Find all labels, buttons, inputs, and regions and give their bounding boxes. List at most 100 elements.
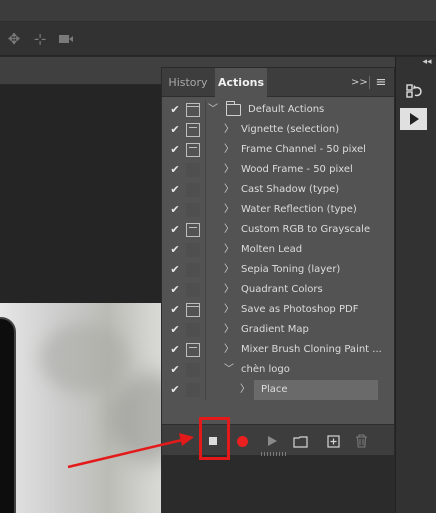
collapse-panels-icon[interactable]: ◂◂ (418, 57, 436, 68)
action-label: Wood Frame - 50 pixel (241, 164, 353, 175)
action-row[interactable]: ✔ 〉 Quadrant Colors (162, 280, 394, 300)
check-icon[interactable]: ✔ (168, 302, 182, 318)
menu-bar (0, 0, 436, 22)
action-label: chèn logo (241, 364, 290, 375)
chevron-right-icon[interactable]: 〉 (224, 322, 234, 338)
action-label: Water Reflection (type) (241, 204, 357, 215)
tab-history[interactable]: History (162, 68, 214, 97)
video-icon[interactable] (57, 30, 75, 48)
folder-icon (226, 101, 241, 116)
panel-tab-bar: History Actions >> ≡ (162, 68, 394, 98)
check-icon[interactable]: ✔ (168, 122, 182, 138)
chevron-right-icon[interactable]: 〉 (224, 182, 234, 198)
dialog-toggle-icon[interactable] (186, 223, 200, 237)
check-icon[interactable]: ✔ (168, 342, 182, 358)
check-icon[interactable]: ✔ (168, 142, 182, 158)
play-icon (268, 436, 277, 446)
move-icon[interactable]: ⊹ (31, 30, 49, 48)
dialog-toggle-icon[interactable] (186, 183, 200, 197)
action-label: Quadrant Colors (241, 284, 323, 295)
actions-panel-icon[interactable] (400, 108, 427, 130)
action-row[interactable]: ✔ 〉 Water Reflection (type) (162, 200, 394, 220)
dock-empty-area (161, 455, 395, 513)
action-row[interactable]: ✔ 〉 Sepia Toning (layer) (162, 260, 394, 280)
chevron-right-icon[interactable]: 〉 (224, 342, 234, 358)
folder-icon (292, 435, 308, 448)
dialog-toggle-icon[interactable] (186, 283, 200, 297)
chevron-right-icon[interactable]: 〉 (224, 262, 234, 278)
phone-in-image (0, 317, 16, 513)
check-icon[interactable]: ✔ (168, 282, 182, 298)
annotation-highlight-box (199, 417, 230, 460)
action-row[interactable]: ✔ 〉 Frame Channel - 50 pixel (162, 140, 394, 160)
chevron-right-icon[interactable]: 〉 (224, 162, 234, 178)
expand-panel-icon[interactable]: >> (351, 68, 368, 97)
chevron-right-icon[interactable]: 〉 (224, 142, 234, 158)
begin-recording-button[interactable] (232, 431, 252, 451)
options-bar: ✥ ⊹ (0, 22, 436, 56)
dialog-toggle-icon[interactable] (186, 323, 200, 337)
chevron-right-icon[interactable]: 〉 (240, 382, 250, 398)
check-icon[interactable]: ✔ (168, 202, 182, 218)
action-row[interactable]: ✔ 〉 Cast Shadow (type) (162, 180, 394, 200)
check-icon[interactable]: ✔ (168, 242, 182, 258)
check-icon[interactable]: ✔ (168, 102, 182, 118)
chevron-right-icon[interactable]: 〉 (224, 282, 234, 298)
action-label: Gradient Map (241, 324, 309, 335)
check-icon[interactable]: ✔ (168, 382, 182, 398)
action-label: Frame Channel - 50 pixel (241, 144, 366, 155)
dialog-toggle-icon[interactable] (186, 163, 200, 177)
align-icon[interactable]: ✥ (5, 30, 23, 48)
tab-actions[interactable]: Actions (215, 68, 267, 98)
panel-menu-icon[interactable]: ≡ (373, 68, 389, 97)
play-selection-button[interactable] (262, 431, 282, 451)
dialog-toggle-icon[interactable] (186, 303, 200, 317)
chevron-right-icon[interactable]: 〉 (224, 222, 234, 238)
dialog-toggle-icon[interactable] (186, 243, 200, 257)
record-icon (236, 435, 248, 447)
dialog-toggle-icon[interactable] (186, 363, 200, 377)
command-label: Place (261, 384, 288, 395)
check-icon[interactable]: ✔ (168, 182, 182, 198)
action-label: Save as Photoshop PDF (241, 304, 359, 315)
chevron-down-icon[interactable]: ﹀ (224, 362, 234, 378)
action-label: Sepia Toning (layer) (241, 264, 341, 275)
dialog-toggle-icon[interactable] (186, 383, 200, 397)
check-icon[interactable]: ✔ (168, 162, 182, 178)
action-row[interactable]: ✔ 〉 Mixer Brush Cloning Paint ... (162, 340, 394, 360)
action-label: Mixer Brush Cloning Paint ... (241, 344, 382, 355)
action-label: Custom RGB to Grayscale (241, 224, 371, 235)
chevron-right-icon[interactable]: 〉 (224, 242, 234, 258)
actions-panel: History Actions >> ≡ ✔ ﹀ Default Actions… (161, 67, 395, 455)
tab-separator (369, 76, 370, 89)
dialog-toggle-icon[interactable] (186, 343, 200, 357)
dialog-toggle-icon[interactable] (186, 123, 200, 137)
delete-button[interactable] (351, 431, 371, 451)
create-new-action-button[interactable] (323, 431, 343, 451)
chevron-right-icon[interactable]: 〉 (224, 202, 234, 218)
action-row[interactable]: ✔ 〉 Save as Photoshop PDF (162, 300, 394, 320)
chevron-right-icon[interactable]: 〉 (224, 122, 234, 138)
history-panel-icon[interactable] (400, 80, 427, 102)
action-row[interactable]: ✔ 〉 Molten Lead (162, 240, 394, 260)
dialog-toggle-icon[interactable] (186, 203, 200, 217)
dialog-toggle-icon[interactable] (186, 103, 200, 117)
dialog-toggle-icon[interactable] (186, 263, 200, 277)
chevron-right-icon[interactable]: 〉 (224, 302, 234, 318)
check-icon[interactable]: ✔ (168, 222, 182, 238)
command-row-selected[interactable]: ✔ 〉 Place (162, 380, 394, 400)
action-row-expanded[interactable]: ✔ ﹀ chèn logo (162, 360, 394, 380)
check-icon[interactable]: ✔ (168, 262, 182, 278)
create-new-set-button[interactable] (290, 431, 310, 451)
action-set-row[interactable]: ✔ ﹀ Default Actions (162, 100, 394, 120)
dialog-toggle-icon[interactable] (186, 143, 200, 157)
action-set-label: Default Actions (248, 104, 325, 115)
action-row[interactable]: ✔ 〉 Vignette (selection) (162, 120, 394, 140)
action-row[interactable]: ✔ 〉 Wood Frame - 50 pixel (162, 160, 394, 180)
check-icon[interactable]: ✔ (168, 322, 182, 338)
chevron-down-icon[interactable]: ﹀ (208, 102, 218, 118)
action-row[interactable]: ✔ 〉 Gradient Map (162, 320, 394, 340)
check-icon[interactable]: ✔ (168, 362, 182, 378)
action-row[interactable]: ✔ 〉 Custom RGB to Grayscale (162, 220, 394, 240)
resize-grip[interactable] (261, 452, 287, 456)
